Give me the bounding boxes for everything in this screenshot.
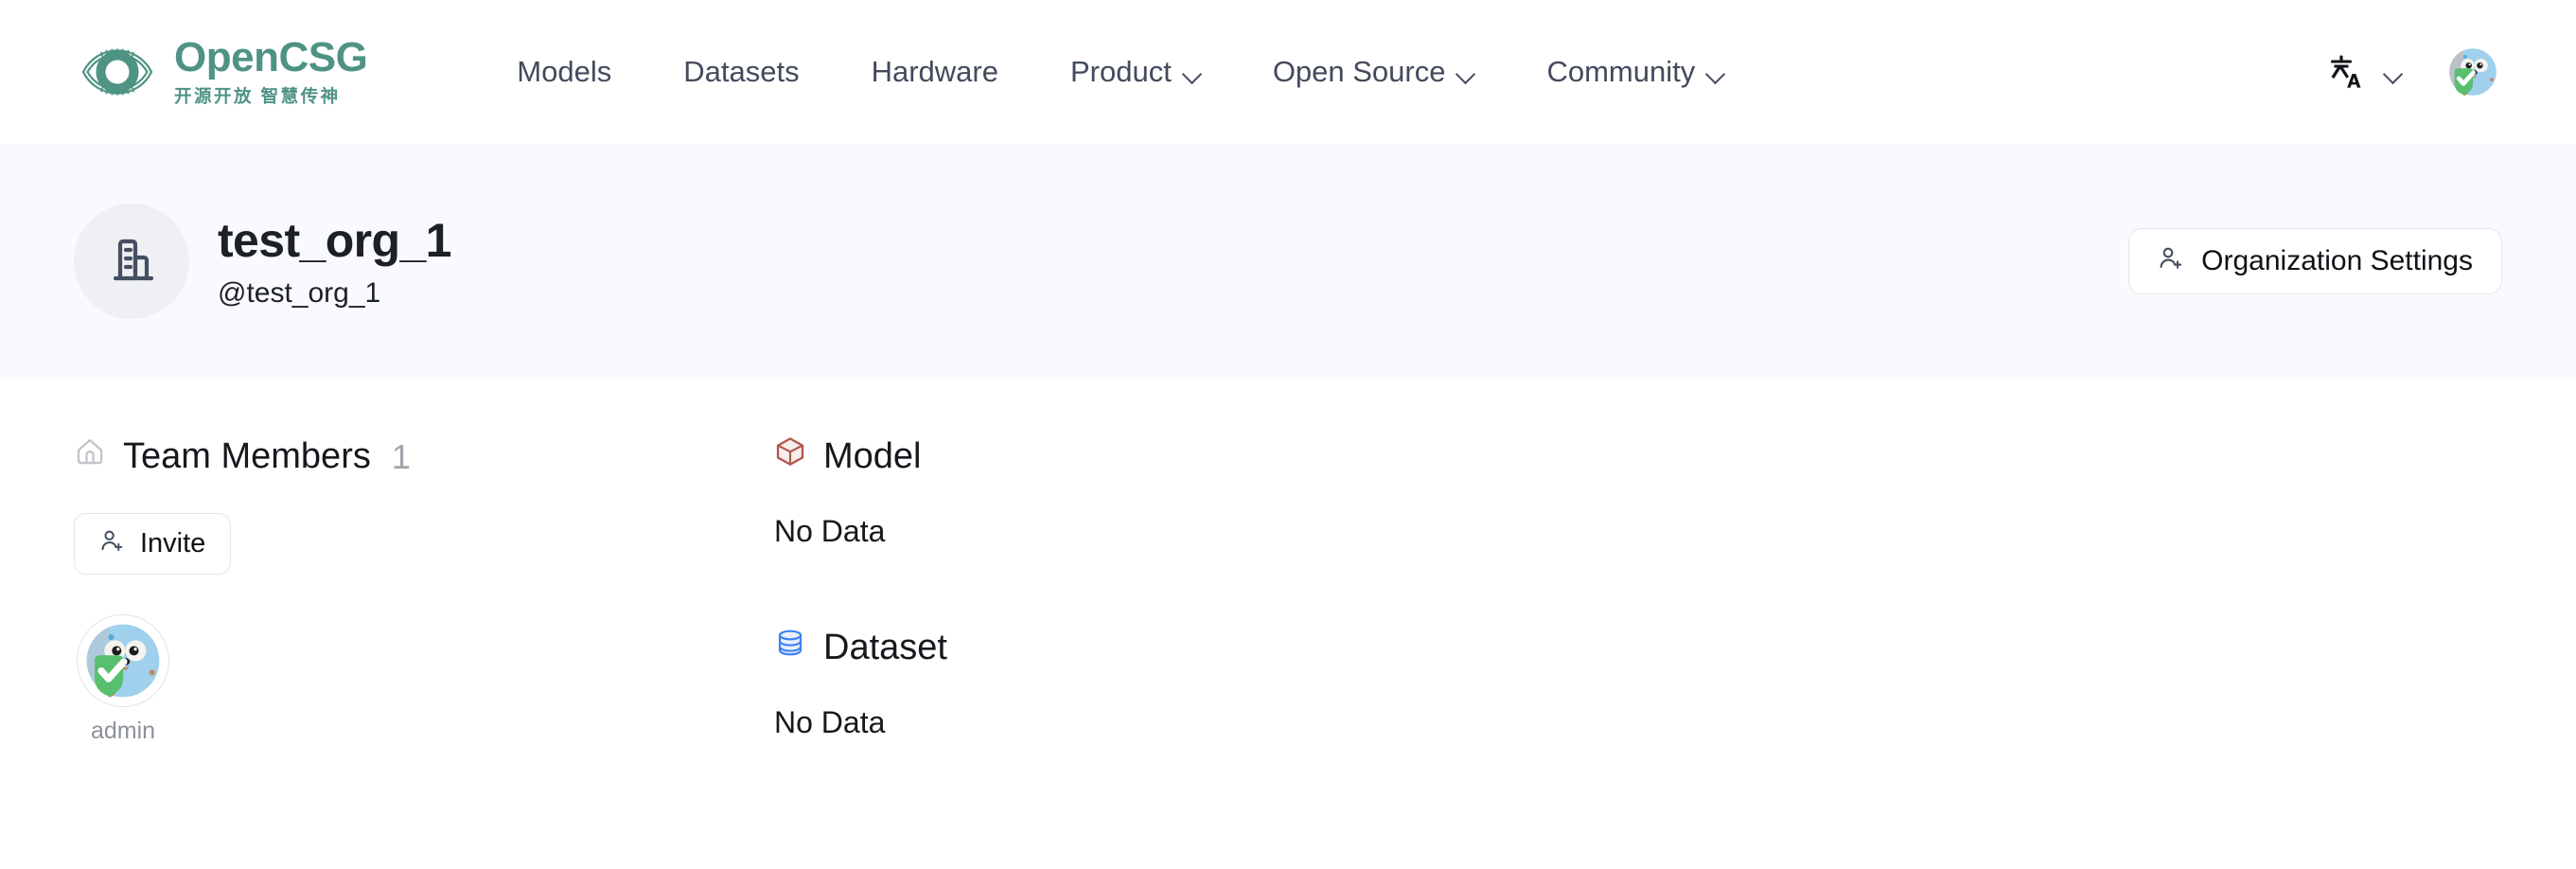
- organization-name: test_org_1: [218, 213, 451, 267]
- organization-handle: @test_org_1: [218, 276, 381, 309]
- model-block: Model No Data: [774, 435, 2502, 549]
- user-plus-icon: [99, 528, 125, 559]
- model-empty-text: No Data: [774, 513, 886, 548]
- nav-item-label: Community: [1546, 55, 1696, 88]
- brand-tagline: 开源开放 智慧传神: [174, 85, 341, 106]
- invite-button-label: Invite: [140, 527, 206, 559]
- header-right-actions: [2325, 43, 2502, 101]
- dataset-heading: Dataset: [774, 627, 2502, 670]
- site-header: OpenCSG 开源开放 智慧传神 Models Datasets Hardwa…: [0, 0, 2576, 144]
- model-title: Model: [823, 436, 922, 476]
- member-name: admin: [90, 717, 156, 744]
- dataset-empty-text: No Data: [774, 704, 886, 739]
- home-icon: [74, 435, 106, 479]
- team-members-grid: admin: [74, 613, 774, 745]
- cube-icon: [774, 435, 806, 479]
- nav-item-label: Datasets: [683, 55, 800, 88]
- opencsg-eye-logo-icon: [74, 28, 161, 115]
- user-avatar[interactable]: [2444, 43, 2502, 101]
- team-members-heading: Team Members 1: [74, 435, 774, 479]
- dataset-block: Dataset No Data: [774, 627, 2502, 740]
- invite-button-wrapper: Invite: [74, 512, 774, 575]
- member-avatar: [77, 613, 169, 707]
- team-member-item[interactable]: admin: [74, 613, 172, 745]
- team-members-title: Team Members: [123, 436, 371, 476]
- organization-banner: test_org_1 @test_org_1 Organization Sett…: [0, 144, 2576, 379]
- organization-avatar: [74, 204, 189, 319]
- chevron-down-icon: [2384, 65, 2402, 83]
- chevron-down-icon: [1456, 65, 1474, 83]
- nav-item-models[interactable]: Models: [481, 44, 647, 100]
- building-icon: [101, 229, 162, 294]
- database-icon: [774, 627, 806, 670]
- nav-item-label: Product: [1069, 55, 1172, 88]
- chevron-down-icon: [1706, 65, 1724, 83]
- nav-item-community[interactable]: Community: [1510, 44, 1760, 100]
- translate-icon: [2325, 51, 2367, 93]
- nav-item-label: Models: [517, 55, 612, 88]
- organization-actions: Organization Settings: [2128, 228, 2502, 294]
- organization-settings-label: Organization Settings: [2201, 245, 2473, 276]
- nav-item-product[interactable]: Product: [1034, 44, 1237, 100]
- team-members-count: 1: [391, 437, 411, 477]
- dataset-title: Dataset: [823, 627, 947, 667]
- nav-item-open-source[interactable]: Open Source: [1237, 44, 1511, 100]
- brand-logo-link[interactable]: OpenCSG 开源开放 智慧传神: [74, 28, 368, 115]
- organization-settings-button[interactable]: Organization Settings: [2128, 228, 2502, 294]
- organization-meta: test_org_1 @test_org_1: [218, 213, 451, 310]
- main-content: Team Members 1 Invite admin Model No Dat…: [0, 379, 2576, 745]
- model-heading: Model: [774, 435, 2502, 479]
- chevron-down-icon: [1183, 65, 1201, 83]
- nav-item-datasets[interactable]: Datasets: [647, 44, 835, 100]
- nav-item-label: Open Source: [1272, 55, 1446, 88]
- user-plus-icon: [2158, 245, 2184, 277]
- nav-item-hardware[interactable]: Hardware: [836, 44, 1034, 100]
- nav-item-label: Hardware: [871, 55, 998, 88]
- team-members-section: Team Members 1 Invite admin: [74, 435, 774, 745]
- repositories-section: Model No Data Dataset No Data: [774, 435, 2502, 745]
- language-switcher[interactable]: [2325, 51, 2402, 93]
- main-navigation: Models Datasets Hardware Product Open So…: [481, 44, 1760, 100]
- invite-button[interactable]: Invite: [74, 512, 232, 575]
- brand-name: OpenCSG: [174, 34, 368, 81]
